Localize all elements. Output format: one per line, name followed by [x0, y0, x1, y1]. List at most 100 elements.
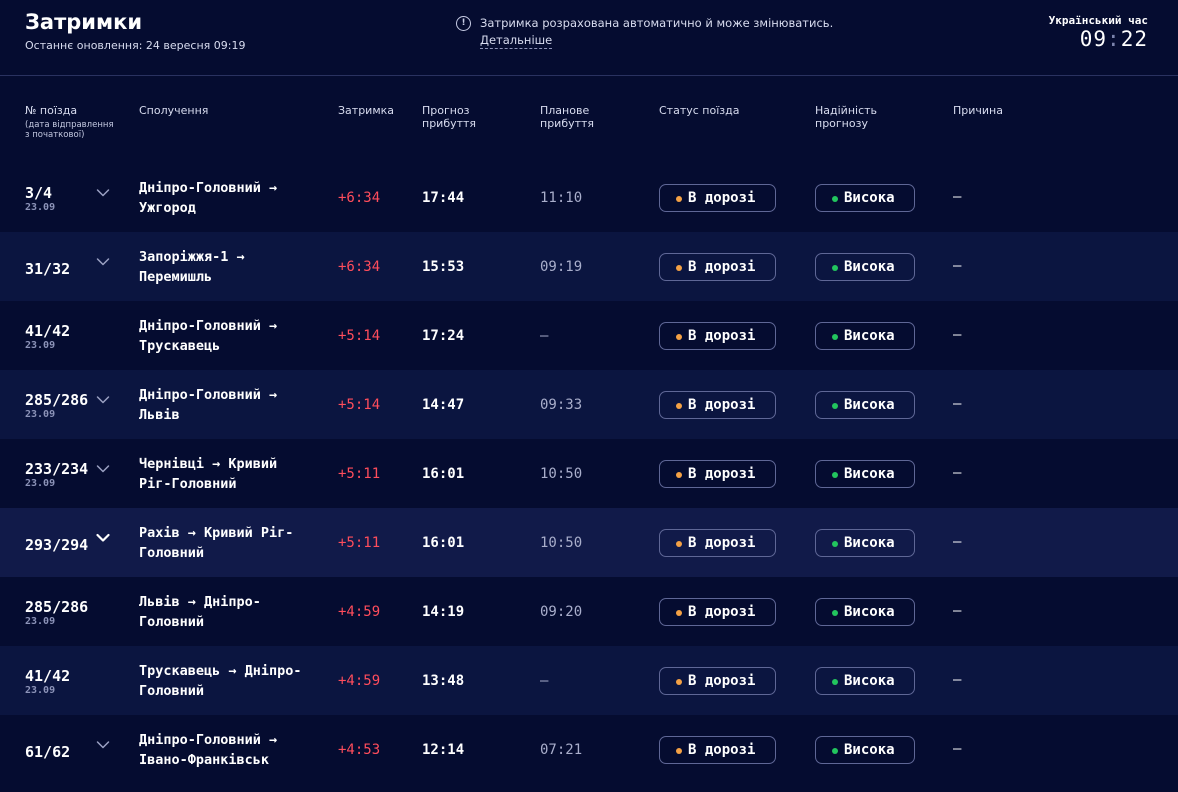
status-label: В дорозі: [688, 466, 756, 482]
chevron-down-icon[interactable]: [96, 464, 110, 474]
status-label: В дорозі: [688, 397, 756, 413]
reliability-label: Висока: [844, 259, 895, 275]
status-badge: В дорозі: [659, 322, 776, 350]
route: Трускавець → Дніпро-Головний: [139, 663, 302, 699]
reliability-dot: [832, 334, 838, 340]
reason: —: [953, 603, 962, 619]
status-badge: В дорозі: [659, 529, 776, 557]
status-dot: [676, 265, 682, 271]
col-route: Сполучення: [139, 104, 209, 117]
reason: —: [953, 189, 962, 205]
route: Рахів → Кривий Ріг-Головний: [139, 525, 294, 561]
planned-arrival: 09:33: [540, 397, 583, 413]
status-badge: В дорозі: [659, 184, 776, 212]
delay-value: +4:59: [338, 673, 381, 689]
status-badge: В дорозі: [659, 460, 776, 488]
planned-arrival: 09:19: [540, 259, 583, 275]
route: Запоріжжя-1 → Перемишль: [139, 249, 245, 285]
delay-value: +5:11: [338, 535, 381, 551]
chevron-down-icon[interactable]: [96, 188, 110, 198]
reliability-label: Висока: [844, 190, 895, 206]
reliability-dot: [832, 403, 838, 409]
table-row[interactable]: 3/4 23.09 Дніпро-Головний → Ужгород +6:34 17…: [0, 163, 1178, 232]
forecast-arrival: 16:01: [422, 466, 465, 482]
reliability-label: Висока: [844, 604, 895, 620]
train-number: 285/286: [25, 598, 89, 616]
reliability-dot: [832, 541, 838, 547]
planned-arrival: 10:50: [540, 535, 583, 551]
status-badge: В дорозі: [659, 598, 776, 626]
reason: —: [953, 396, 962, 412]
reliability-dot: [832, 265, 838, 271]
chevron-down-icon[interactable]: [96, 740, 110, 750]
route: Дніпро-Головний → Ужгород: [139, 180, 278, 216]
reliability-badge: Висока: [815, 460, 915, 488]
reason: —: [953, 258, 962, 274]
clock-hours: 09: [1079, 27, 1108, 51]
delay-value: +4:53: [338, 742, 381, 758]
reason: —: [953, 465, 962, 481]
reliability-badge: Висока: [815, 253, 915, 281]
delay-value: +5:11: [338, 466, 381, 482]
table-row[interactable]: 285/286 23.09 Дніпро-Головний → Львів +5:14…: [0, 370, 1178, 439]
train-date: 23.09: [25, 616, 56, 627]
train-number: 41/42: [25, 667, 71, 685]
col-train-label: № поїзда: [25, 104, 78, 117]
status-dot: [676, 610, 682, 616]
page-title: Затримки: [25, 10, 143, 34]
details-link[interactable]: Детальніше: [480, 33, 553, 49]
reliability-badge: Висока: [815, 598, 915, 626]
planned-arrival: 10:50: [540, 466, 583, 482]
forecast-arrival: 14:19: [422, 604, 465, 620]
table-row[interactable]: 293/294 Рахів → Кривий Ріг-Головний +5:11 1…: [0, 508, 1178, 577]
train-number: 3/4: [25, 184, 53, 202]
reliability-label: Висока: [844, 466, 895, 482]
table-row[interactable]: 31/32 Запоріжжя-1 → Перемишль +6:34 15:53 09…: [0, 232, 1178, 301]
status-label: В дорозі: [688, 190, 756, 206]
col-reliability: Надійність прогнозу: [815, 104, 878, 130]
notice-text: Затримка розрахована автоматично й може …: [480, 16, 834, 30]
page-header: Затримки Останнє оновлення: 24 вересня 0…: [0, 0, 1178, 76]
train-date: 23.09: [25, 685, 56, 696]
table-row[interactable]: 233/234 23.09 Чернівці → Кривий Ріг-Головн…: [0, 439, 1178, 508]
delay-value: +4:59: [338, 604, 381, 620]
status-dot: [676, 679, 682, 685]
status-label: В дорозі: [688, 673, 756, 689]
col-train: № поїзда (дата відправлення з початкової…: [25, 104, 120, 140]
reliability-dot: [832, 748, 838, 754]
status-label: В дорозі: [688, 535, 756, 551]
reason: —: [953, 672, 962, 688]
table-row[interactable]: 61/62 Дніпро-Головний → Івано-Франківськ +…: [0, 715, 1178, 784]
col-train-sub: (дата відправлення з початкової): [25, 120, 114, 140]
train-date: 23.09: [25, 202, 56, 213]
status-dot: [676, 541, 682, 547]
reliability-label: Висока: [844, 328, 895, 344]
status-dot: [676, 472, 682, 478]
train-number: 31/32: [25, 260, 71, 278]
table-row: 41/42 23.09 Дніпро-Головний → Трускавець +5…: [0, 301, 1178, 370]
train-number: 41/42: [25, 322, 71, 340]
reason: —: [953, 741, 962, 757]
clock-minutes: 22: [1120, 27, 1148, 51]
reliability-badge: Висока: [815, 322, 915, 350]
reliability-label: Висока: [844, 742, 895, 758]
col-delay: Затримка: [338, 104, 395, 117]
route: Чернівці → Кривий Ріг-Головний: [139, 456, 278, 492]
chevron-down-icon[interactable]: [96, 395, 110, 405]
delay-value: +6:34: [338, 259, 381, 275]
chevron-down-icon[interactable]: [96, 257, 110, 267]
reliability-badge: Висока: [815, 736, 915, 764]
chevron-down-icon[interactable]: [96, 533, 110, 543]
forecast-arrival: 16:01: [422, 535, 465, 551]
info-icon: !: [456, 16, 471, 31]
clock-label: Український час: [1048, 14, 1148, 27]
train-number: 233/234: [25, 460, 89, 478]
reliability-dot: [832, 610, 838, 616]
reliability-label: Висока: [844, 673, 895, 689]
delay-value: +5:14: [338, 328, 381, 344]
status-badge: В дорозі: [659, 253, 776, 281]
status-badge: В дорозі: [659, 736, 776, 764]
train-number: 61/62: [25, 743, 71, 761]
status-label: В дорозі: [688, 259, 756, 275]
planned-arrival: 09:20: [540, 604, 583, 620]
